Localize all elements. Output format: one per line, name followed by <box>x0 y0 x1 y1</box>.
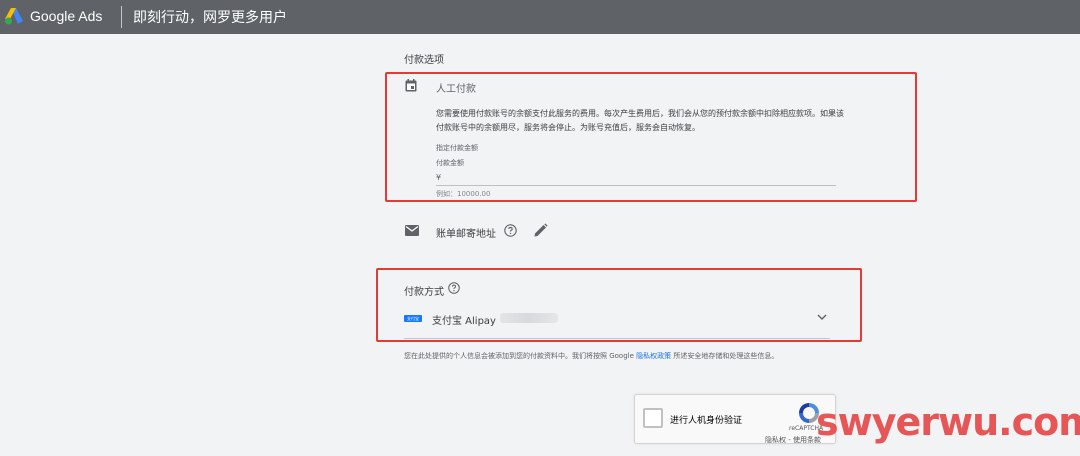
privacy-policy-link[interactable]: 隐私权政策 <box>636 352 671 360</box>
recaptcha-terms-link[interactable]: 隐私权 - 使用条款 <box>765 435 821 445</box>
help-icon[interactable] <box>504 224 517 237</box>
payment-method-underline <box>404 338 830 339</box>
alipay-logo: 支付宝 <box>404 315 422 322</box>
chevron-down-icon[interactable] <box>816 312 828 322</box>
privacy-notice-prefix: 您在此处提供的个人信息会被添加到您的付款资料中。我们将按照 Google <box>404 352 637 360</box>
privacy-notice-suffix: 所述安全地存储和处理这些信息。 <box>671 352 779 360</box>
pencil-icon[interactable] <box>533 223 548 238</box>
watermark: swyerwu.com <box>816 400 1080 444</box>
brand-name: Google Ads <box>30 8 103 24</box>
currency-symbol: ¥ <box>436 173 442 182</box>
recaptcha-label: 进行人机身份验证 <box>670 416 743 426</box>
redacted-account <box>500 313 558 323</box>
payment-amount-label: 付款金额 <box>436 159 464 167</box>
recaptcha-widget: 进行人机身份验证 reCAPTCHA 隐私权 - 使用条款 <box>634 394 836 444</box>
topbar-divider <box>121 6 122 28</box>
google-ads-logo-icon[interactable] <box>4 7 24 25</box>
help-icon[interactable] <box>448 282 460 294</box>
recaptcha-checkbox[interactable] <box>643 408 663 428</box>
payment-method-select[interactable]: 支付宝 Alipay <box>432 312 496 327</box>
calendar-icon <box>405 79 417 92</box>
amount-field-underline <box>436 185 836 186</box>
payment-options-title: 付款选项 <box>404 55 444 66</box>
specify-amount-label: 指定付款金额 <box>436 144 478 152</box>
payment-amount-input[interactable] <box>436 188 636 200</box>
topbar-slogan: 即刻行动，网罗更多用户 <box>133 10 287 26</box>
manual-payment-title: 人工付款 <box>436 84 476 95</box>
highlight-box-payment-method <box>376 268 862 342</box>
billing-address-label: 账单邮寄地址 <box>436 229 496 240</box>
payment-method-label: 付款方式 <box>404 287 444 298</box>
top-bar: Google Ads 即刻行动，网罗更多用户 <box>0 0 1080 34</box>
manual-payment-description: 您需要使用付款账号的余额支付此服务的费用。每次产生费用后，我们会从您的预付款余额… <box>436 109 844 132</box>
mail-icon <box>405 225 419 236</box>
privacy-notice: 您在此处提供的个人信息会被添加到您的付款资料中。我们将按照 Google 隐私权… <box>404 351 778 361</box>
